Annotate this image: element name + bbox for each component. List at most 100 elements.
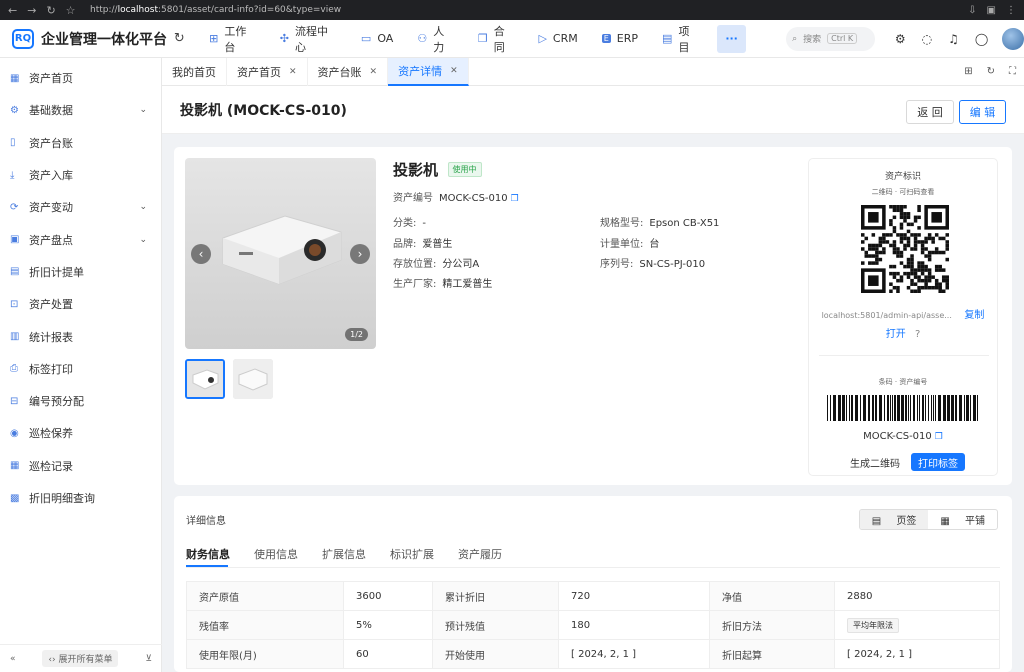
help-icon[interactable]: ?: [915, 329, 920, 340]
back-icon[interactable]: ←: [8, 4, 17, 17]
table-key: 使用年限(月): [186, 639, 344, 669]
field-label: 计量单位:: [600, 239, 644, 250]
app-name: 企业管理一体化平台: [41, 31, 167, 48]
generate-qr-button[interactable]: 生成二维码: [843, 453, 907, 471]
open-link[interactable]: 打开: [886, 329, 906, 340]
sidebar-item-maintenance[interactable]: ◉ 巡检保养: [0, 417, 161, 449]
tab-history[interactable]: 资产履历: [458, 546, 502, 562]
global-search[interactable]: ⌕ 搜索 Ctrl K: [786, 26, 875, 51]
topnav-workbench[interactable]: ⊞ 工作台: [197, 20, 268, 58]
browser-bar: ← → ↻ ☆ http://localhost:5801/asset/card…: [0, 0, 1024, 20]
sidebar-item-report[interactable]: ▥ 统计报表: [0, 320, 161, 352]
edit-button[interactable]: 编 辑: [959, 100, 1006, 124]
finance-table: 资产原值 3600 累计折旧 720 净值 2880 残值率 5% 预计残值 180 折旧…: [186, 581, 1000, 669]
next-image-button[interactable]: ›: [350, 244, 370, 264]
apps-icon[interactable]: ⊞: [964, 66, 972, 77]
topnav-crm[interactable]: ▷ CRM: [526, 20, 589, 58]
tab-id-extension[interactable]: 标识扩展: [390, 546, 434, 562]
menu-icon[interactable]: ⋮: [1006, 5, 1016, 16]
sidebar-item-base-data[interactable]: ⚙ 基础数据 ⌄: [0, 94, 161, 126]
refresh-icon[interactable]: ↻: [168, 31, 192, 46]
address-bar[interactable]: http://localhost:5801/asset/card-info?id…: [90, 5, 341, 15]
topnav-project[interactable]: ▤ 项目: [650, 20, 711, 58]
close-icon[interactable]: ✕: [289, 67, 297, 77]
table-key: 折旧方法: [709, 610, 835, 640]
thumbnail-1[interactable]: [185, 359, 225, 399]
topnav-contract[interactable]: ❐ 合同: [466, 20, 527, 58]
topnav-oa[interactable]: ▭ OA: [349, 20, 405, 58]
tab-extension[interactable]: 扩展信息: [322, 546, 366, 562]
reload-icon[interactable]: ↻: [46, 4, 55, 17]
view-toggle: ▤ 页签 ▦ 平铺: [858, 509, 998, 530]
qr-url-row: localhost:5801/admin-api/asse... 复制: [809, 306, 997, 321]
sidebar-item-label-print[interactable]: ⎙ 标签打印: [0, 353, 161, 385]
message-icon[interactable]: ◌: [922, 32, 932, 46]
close-icon[interactable]: ✕: [450, 66, 458, 76]
field-value: 台: [649, 239, 660, 250]
sidebar-item-inventory[interactable]: ▣ 资产盘点 ⌄: [0, 223, 161, 255]
close-icon[interactable]: ✕: [370, 67, 378, 77]
topnav-label: 人力: [433, 24, 445, 54]
more-menu-button[interactable]: ···: [717, 24, 747, 53]
user-avatar[interactable]: [1002, 27, 1024, 50]
sidebar-item-label: 标签打印: [29, 362, 73, 376]
tab-asset-detail[interactable]: 资产详情 ✕: [388, 57, 469, 86]
tab-finance[interactable]: 财务信息: [186, 546, 230, 562]
view-tabs-option[interactable]: ▤ 页签: [859, 510, 929, 529]
settings-icon[interactable]: ⚙: [895, 32, 906, 46]
barcode-value: MOCK-CS-010: [863, 431, 932, 442]
tab-asset-home[interactable]: 资产首页 ✕: [227, 57, 308, 86]
pin-icon[interactable]: ⊻: [145, 654, 152, 664]
forward-icon[interactable]: →: [27, 4, 36, 17]
copy-icon[interactable]: ❐: [935, 432, 943, 442]
tab-label: 资产首页: [237, 65, 281, 79]
thumbnail-2[interactable]: [233, 359, 273, 399]
view-flat-option[interactable]: ▦ 平铺: [928, 510, 997, 529]
field-label: 生产厂家:: [393, 279, 437, 290]
tab-asset-ledger[interactable]: 资产台账 ✕: [308, 57, 389, 86]
sidebar-item-inspection-log[interactable]: ▦ 巡检记录: [0, 450, 161, 482]
expand-all-button[interactable]: ‹› 展开所有菜单: [42, 650, 119, 667]
category-field: 分类: -: [393, 214, 426, 229]
sidebar-item-asset-home[interactable]: ▦ 资产首页: [0, 62, 161, 94]
sidebar-item-change[interactable]: ⟳ 资产变动 ⌄: [0, 191, 161, 223]
erp-icon: E: [601, 34, 611, 43]
fullscreen-icon[interactable]: ⛶: [1009, 66, 1016, 77]
asset-name: 投影机: [393, 161, 439, 179]
asset-summary-card: ‹ › 1/2 投影机 使用中 资产编号 MOCK-CS-010 ❐ 分类: - 品牌…: [174, 147, 1012, 485]
table-row: 残值率 5% 预计残值 180 折旧方法 平均年限法: [186, 610, 1000, 640]
table-value: 720: [558, 581, 710, 611]
sidebar-item-label: 资产变动: [29, 201, 73, 215]
sidebar-item-numbering[interactable]: ⊟ 编号预分配: [0, 385, 161, 417]
sidebar-item-label: 资产盘点: [29, 233, 73, 247]
print-label-button[interactable]: 打印标签: [911, 453, 965, 471]
sidebar-item-ledger[interactable]: ▯ 资产台账: [0, 127, 161, 159]
topnav-hr[interactable]: ⚇ 人力: [405, 20, 466, 58]
copy-link[interactable]: 复制: [964, 310, 984, 321]
sidebar-item-label: 资产台账: [29, 136, 73, 150]
image-icon[interactable]: ▣: [987, 5, 996, 16]
chat-icon[interactable]: ◯: [975, 32, 988, 46]
back-button[interactable]: 返 回: [906, 100, 954, 124]
topnav-erp[interactable]: E ERP: [590, 20, 650, 58]
sidebar-item-inbound[interactable]: ⤓ 资产入库: [0, 159, 161, 191]
collapse-icon[interactable]: «: [10, 654, 16, 664]
bell-icon[interactable]: ♫: [948, 32, 959, 46]
qr-caption: 二维码 · 可扫码查看: [871, 188, 935, 196]
prev-image-button[interactable]: ‹: [191, 244, 211, 264]
tab-usage[interactable]: 使用信息: [254, 546, 298, 562]
app-logo[interactable]: RQ 企业管理一体化平台: [0, 28, 168, 49]
topnav-flow[interactable]: ✣ 流程中心: [268, 20, 349, 58]
report-icon: ▥: [10, 331, 20, 343]
refresh-icon[interactable]: ↻: [987, 66, 995, 77]
download-icon[interactable]: ⇩: [968, 5, 976, 16]
field-value: 分公司A: [442, 259, 480, 270]
crm-icon: ▷: [538, 32, 547, 45]
copy-icon[interactable]: ❐: [511, 194, 519, 204]
sidebar-item-depr-detail[interactable]: ▩ 折旧明细查询: [0, 482, 161, 514]
sidebar-item-depreciation[interactable]: ▤ 折旧计提单: [0, 256, 161, 288]
tab-my-home[interactable]: 我的首页: [162, 57, 227, 86]
sidebar-item-disposal[interactable]: ⊡ 资产处置: [0, 288, 161, 320]
topnav-label: ERP: [616, 32, 639, 45]
star-icon[interactable]: ☆: [66, 4, 76, 17]
